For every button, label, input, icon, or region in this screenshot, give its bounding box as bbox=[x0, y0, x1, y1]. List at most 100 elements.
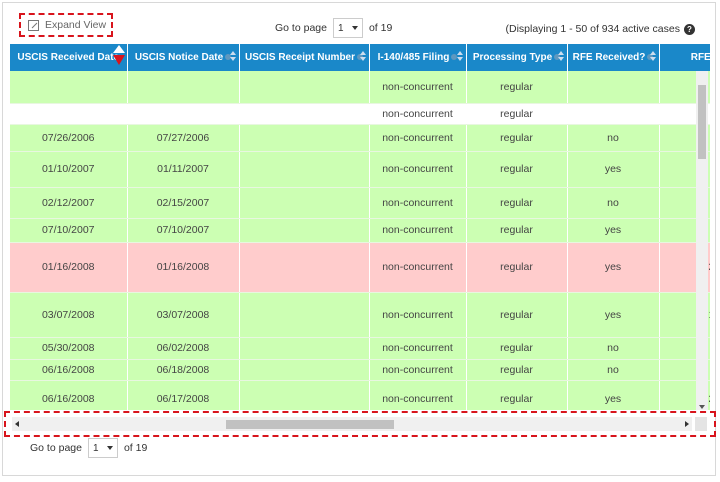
column-header-label: RFE Re bbox=[690, 52, 710, 63]
column-header-label: USCIS Receipt Number bbox=[244, 52, 356, 63]
table-cell: yes bbox=[567, 380, 660, 410]
scroll-right-icon[interactable] bbox=[685, 421, 689, 427]
page-select-value: 1 bbox=[337, 22, 344, 34]
expand-view-button[interactable]: Expand View bbox=[19, 13, 113, 37]
pager-suffix: of 19 bbox=[368, 22, 393, 34]
table-cell bbox=[239, 337, 370, 360]
table-cell: non-concurrent bbox=[369, 292, 467, 338]
table-cell bbox=[239, 71, 370, 104]
table-cell: 01/11/2007 bbox=[127, 151, 240, 188]
table-header-row: USCIS Received Date USCIS Notice Date USCI… bbox=[10, 44, 710, 71]
table-cell bbox=[127, 103, 240, 125]
column-header-label: USCIS Notice Date bbox=[134, 52, 224, 63]
pager-bottom: Go to page 1 of 19 bbox=[30, 438, 147, 458]
displaying-text: (Displaying 1 - 50 of 934 active cases bbox=[505, 23, 680, 35]
table-cell bbox=[239, 151, 370, 188]
table-cell: 01/16/2008 bbox=[127, 242, 240, 293]
column-header-label: RFE Received? bbox=[572, 52, 646, 63]
chevron-down-icon bbox=[106, 446, 113, 450]
chevron-down-icon bbox=[351, 26, 358, 30]
column-header[interactable]: RFE Received? bbox=[567, 44, 660, 71]
pager-prefix: Go to page bbox=[30, 442, 82, 454]
table-cell: non-concurrent bbox=[369, 380, 467, 410]
table-cell: no bbox=[567, 337, 660, 360]
displaying-count: (Displaying 1 - 50 of 934 active cases ? bbox=[505, 23, 695, 35]
table-cell: no bbox=[567, 124, 660, 152]
table-cell: regular bbox=[466, 71, 568, 104]
table-cell: 03/07/2008 bbox=[10, 292, 128, 338]
table-cell: non-concurrent bbox=[369, 218, 467, 243]
table-cell: no bbox=[567, 359, 660, 381]
table-cell: regular bbox=[466, 380, 568, 410]
horizontal-scrollbar[interactable] bbox=[12, 417, 692, 431]
table-row[interactable]: non-concurrent regular bbox=[10, 71, 710, 104]
table-cell bbox=[239, 359, 370, 381]
table-cell: yes bbox=[567, 292, 660, 338]
column-header[interactable]: I-140/485 Filing bbox=[369, 44, 467, 71]
vertical-scrollbar[interactable] bbox=[696, 71, 708, 410]
table-cell: regular bbox=[466, 359, 568, 381]
table-cell: 03/07/2008 bbox=[127, 292, 240, 338]
table-cell: non-concurrent bbox=[369, 151, 467, 188]
table-cell bbox=[239, 103, 370, 125]
table-cell: 07/26/2006 bbox=[10, 124, 128, 152]
table-cell: 06/16/2008 bbox=[10, 359, 128, 381]
page-select[interactable]: 1 bbox=[332, 18, 363, 38]
expand-icon bbox=[28, 19, 39, 31]
table-cell: non-concurrent bbox=[369, 359, 467, 381]
table-cell: non-concurrent bbox=[369, 242, 467, 293]
scroll-down-icon[interactable] bbox=[699, 405, 705, 409]
cases-table: USCIS Received Date USCIS Notice Date USCI… bbox=[10, 44, 710, 410]
table-cell: 01/16/2008 bbox=[10, 242, 128, 293]
table-row[interactable]: 01/16/2008 01/16/2008 non-concurrent regula… bbox=[10, 242, 710, 293]
page-select[interactable]: 1 bbox=[87, 438, 118, 458]
table-row[interactable]: 06/16/2008 06/18/2008 non-concurrent regula… bbox=[10, 359, 710, 381]
table-cell: 07/27/2006 bbox=[127, 124, 240, 152]
pager-prefix: Go to page bbox=[275, 22, 327, 34]
table-cell: 07/10/2007 bbox=[10, 218, 128, 243]
horizontal-scroll-thumb[interactable] bbox=[226, 420, 394, 429]
table-cell: regular bbox=[466, 124, 568, 152]
table-cell: 01/10/2007 bbox=[10, 151, 128, 188]
column-header[interactable]: Processing Type bbox=[466, 44, 568, 71]
table-cell bbox=[239, 242, 370, 293]
table-cell: regular bbox=[466, 218, 568, 243]
table-row[interactable]: non-concurrent regular bbox=[10, 103, 710, 125]
sort-descending-icon[interactable] bbox=[112, 44, 125, 68]
table-cell: regular bbox=[466, 151, 568, 188]
table-cell: regular bbox=[466, 187, 568, 219]
column-header[interactable]: RFE Re bbox=[659, 44, 710, 71]
pager-top: Go to page 1 of 19 bbox=[275, 18, 392, 38]
column-header-label: I-140/485 Filing bbox=[377, 52, 450, 63]
scroll-corner bbox=[695, 417, 707, 431]
table-cell: 06/16/2008 bbox=[10, 380, 128, 410]
column-header[interactable]: USCIS Notice Date bbox=[127, 44, 240, 71]
column-header-label: USCIS Received Date bbox=[17, 52, 120, 63]
column-header[interactable]: USCIS Received Date bbox=[10, 44, 128, 71]
scroll-left-icon[interactable] bbox=[15, 421, 19, 427]
table-cell: yes bbox=[567, 151, 660, 188]
expand-view-label: Expand View bbox=[45, 19, 107, 31]
table-row[interactable]: 07/26/2006 07/27/2006 non-concurrent regula… bbox=[10, 124, 710, 152]
table-row[interactable]: 01/10/2007 01/11/2007 non-concurrent regula… bbox=[10, 151, 710, 188]
table-cell: 02/12/2007 bbox=[10, 187, 128, 219]
table-body: non-concurrent regular non-concurrent regul… bbox=[10, 71, 710, 410]
table-row[interactable]: 05/30/2008 06/02/2008 non-concurrent regula… bbox=[10, 337, 710, 360]
table-row[interactable]: 03/07/2008 03/07/2008 non-concurrent regula… bbox=[10, 292, 710, 338]
table-row[interactable]: 02/12/2007 02/15/2007 non-concurrent regula… bbox=[10, 187, 710, 219]
pager-suffix: of 19 bbox=[123, 442, 148, 454]
table-cell: 07/10/2007 bbox=[127, 218, 240, 243]
table-cell: non-concurrent bbox=[369, 124, 467, 152]
table-cell bbox=[239, 124, 370, 152]
horizontal-scrollbar-highlight bbox=[4, 411, 716, 437]
table-cell: non-concurrent bbox=[369, 337, 467, 360]
table-cell bbox=[239, 187, 370, 219]
table-row[interactable]: 06/16/2008 06/17/2008 non-concurrent regula… bbox=[10, 380, 710, 410]
table-cell bbox=[567, 71, 660, 104]
help-icon[interactable]: ? bbox=[684, 23, 695, 35]
table-cell: 06/02/2008 bbox=[127, 337, 240, 360]
vertical-scroll-thumb[interactable] bbox=[698, 85, 706, 159]
table-cell: regular bbox=[466, 292, 568, 338]
table-row[interactable]: 07/10/2007 07/10/2007 non-concurrent regula… bbox=[10, 218, 710, 243]
column-header[interactable]: USCIS Receipt Number bbox=[239, 44, 370, 71]
